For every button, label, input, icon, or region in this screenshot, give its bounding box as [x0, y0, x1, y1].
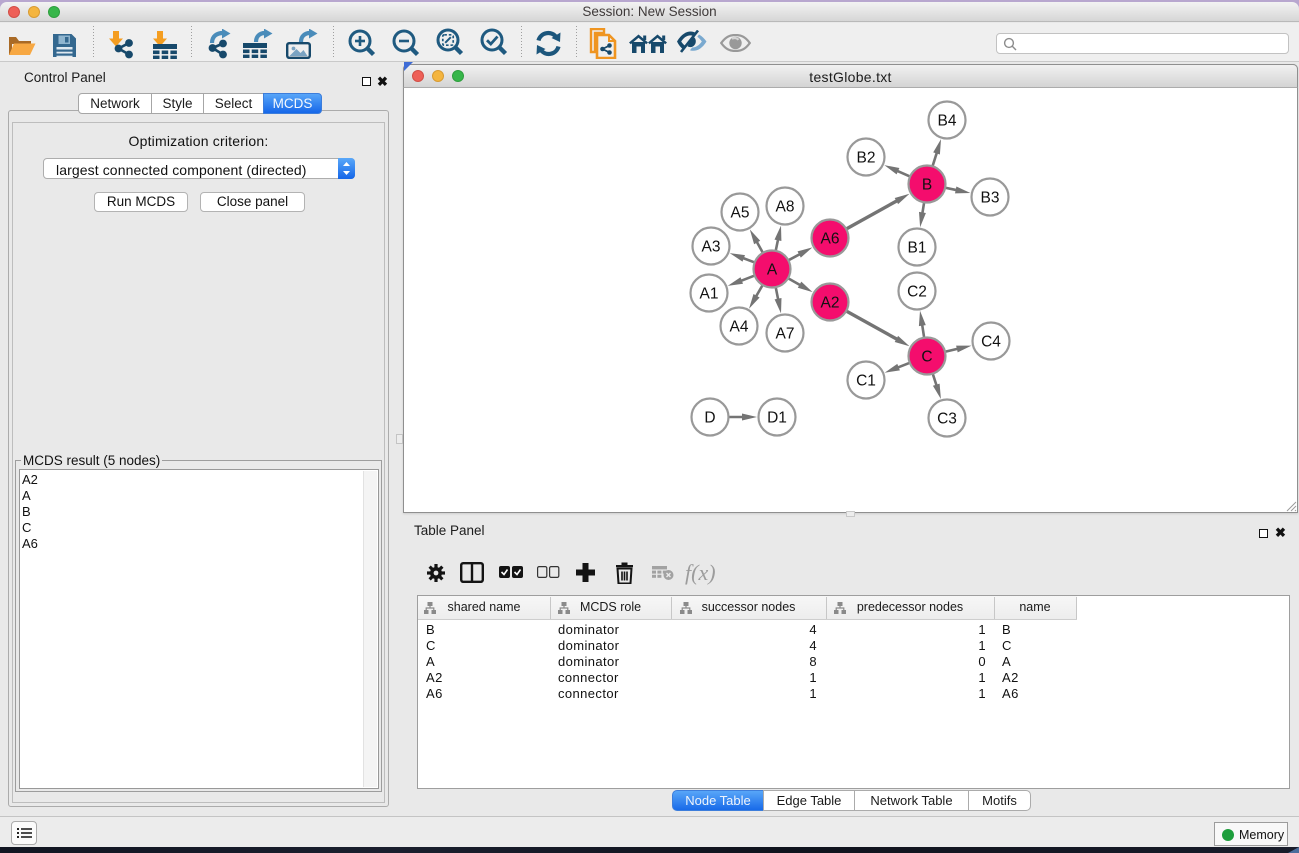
svg-text:B: B: [922, 176, 932, 193]
svg-text:C3: C3: [937, 410, 957, 427]
svg-text:A5: A5: [731, 204, 750, 221]
svg-text:B2: B2: [857, 149, 876, 166]
svg-text:A7: A7: [776, 325, 795, 342]
svg-text:B4: B4: [938, 112, 957, 129]
svg-text:D: D: [704, 409, 715, 426]
svg-text:A1: A1: [700, 285, 719, 302]
svg-text:C: C: [921, 348, 932, 365]
svg-text:C4: C4: [981, 333, 1001, 350]
svg-text:A2: A2: [821, 294, 840, 311]
svg-text:A3: A3: [702, 238, 721, 255]
svg-text:A: A: [767, 261, 778, 278]
svg-text:B3: B3: [981, 189, 1000, 206]
svg-text:A6: A6: [821, 230, 840, 247]
svg-text:C1: C1: [856, 372, 876, 389]
svg-text:A8: A8: [776, 198, 795, 215]
svg-text:A4: A4: [730, 318, 749, 335]
svg-text:C2: C2: [907, 283, 927, 300]
svg-text:D1: D1: [767, 409, 787, 426]
svg-text:B1: B1: [908, 239, 927, 256]
